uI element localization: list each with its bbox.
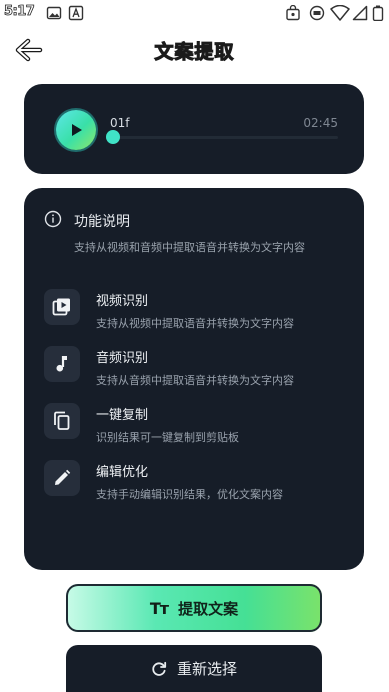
feature-info-card: 功能说明 支持从视频和音频中提取语音并转换为文字内容 视频识别 支持从视频中提取… [24, 188, 364, 570]
a-notification-icon [68, 5, 84, 21]
extract-button-label: 提取文案 [178, 599, 239, 618]
feature-icon-box [44, 346, 80, 382]
extract-text-button[interactable]: Tт 提取文案 [66, 584, 322, 632]
reselect-button[interactable]: 重新选择 [66, 645, 322, 692]
play-icon [72, 124, 82, 136]
info-description: 支持从视频和音频中提取语音并转换为文字内容 [74, 241, 305, 254]
wifi-icon [330, 5, 350, 21]
music-note-icon [56, 356, 67, 372]
copy-icon [54, 411, 70, 430]
feature-one-click-copy: 一键复制 识别结果可一键复制到剪贴板 [44, 403, 344, 447]
feature-audio-recognition: 音频识别 支持从音频中提取语音并转换为文字内容 [44, 346, 344, 390]
feature-edit-optimize: 编辑优化 支持手动编辑识别结果，优化文案内容 [44, 460, 344, 504]
edit-pencil-icon [55, 469, 71, 485]
reselect-button-label: 重新选择 [176, 660, 237, 678]
video-file-icon [52, 298, 70, 316]
signal-icon [352, 5, 368, 21]
play-button[interactable] [56, 110, 96, 150]
feature-title: 视频识别 [96, 294, 149, 309]
feature-description: 支持从视频中提取语音并转换为文字内容 [96, 317, 294, 330]
text-size-icon: Tт [149, 598, 169, 618]
feature-description: 支持从音频中提取语音并转换为文字内容 [96, 374, 294, 387]
track-duration: 02:45 [303, 116, 338, 130]
progress-thumb[interactable] [106, 130, 120, 144]
feature-description: 识别结果可一键复制到剪贴板 [96, 431, 239, 444]
feature-title: 一键复制 [96, 408, 149, 423]
track-name: 01f [110, 116, 130, 130]
feature-title: 音频识别 [96, 351, 149, 366]
gallery-icon [46, 6, 62, 20]
feature-description: 支持手动编辑识别结果，优化文案内容 [96, 488, 283, 501]
bag-icon [286, 5, 300, 21]
info-icon [44, 210, 62, 228]
status-bar: 5:17 [0, 0, 389, 26]
feature-icon-box [44, 289, 80, 325]
audio-player-card: 01f 02:45 [24, 84, 364, 174]
vpn-icon [309, 5, 325, 21]
feature-icon-box [44, 403, 80, 439]
progress-bar[interactable] [113, 136, 338, 139]
info-title: 功能说明 [74, 214, 130, 230]
feature-title: 编辑优化 [96, 465, 149, 480]
battery-icon [372, 5, 384, 21]
page-title: 文案提取 [154, 40, 235, 63]
feature-video-recognition: 视频识别 支持从视频中提取语音并转换为文字内容 [44, 289, 344, 333]
status-time: 5:17 [4, 4, 36, 20]
refresh-icon [152, 661, 167, 676]
app-header: 文案提取 [0, 26, 389, 74]
feature-icon-box [44, 460, 80, 496]
